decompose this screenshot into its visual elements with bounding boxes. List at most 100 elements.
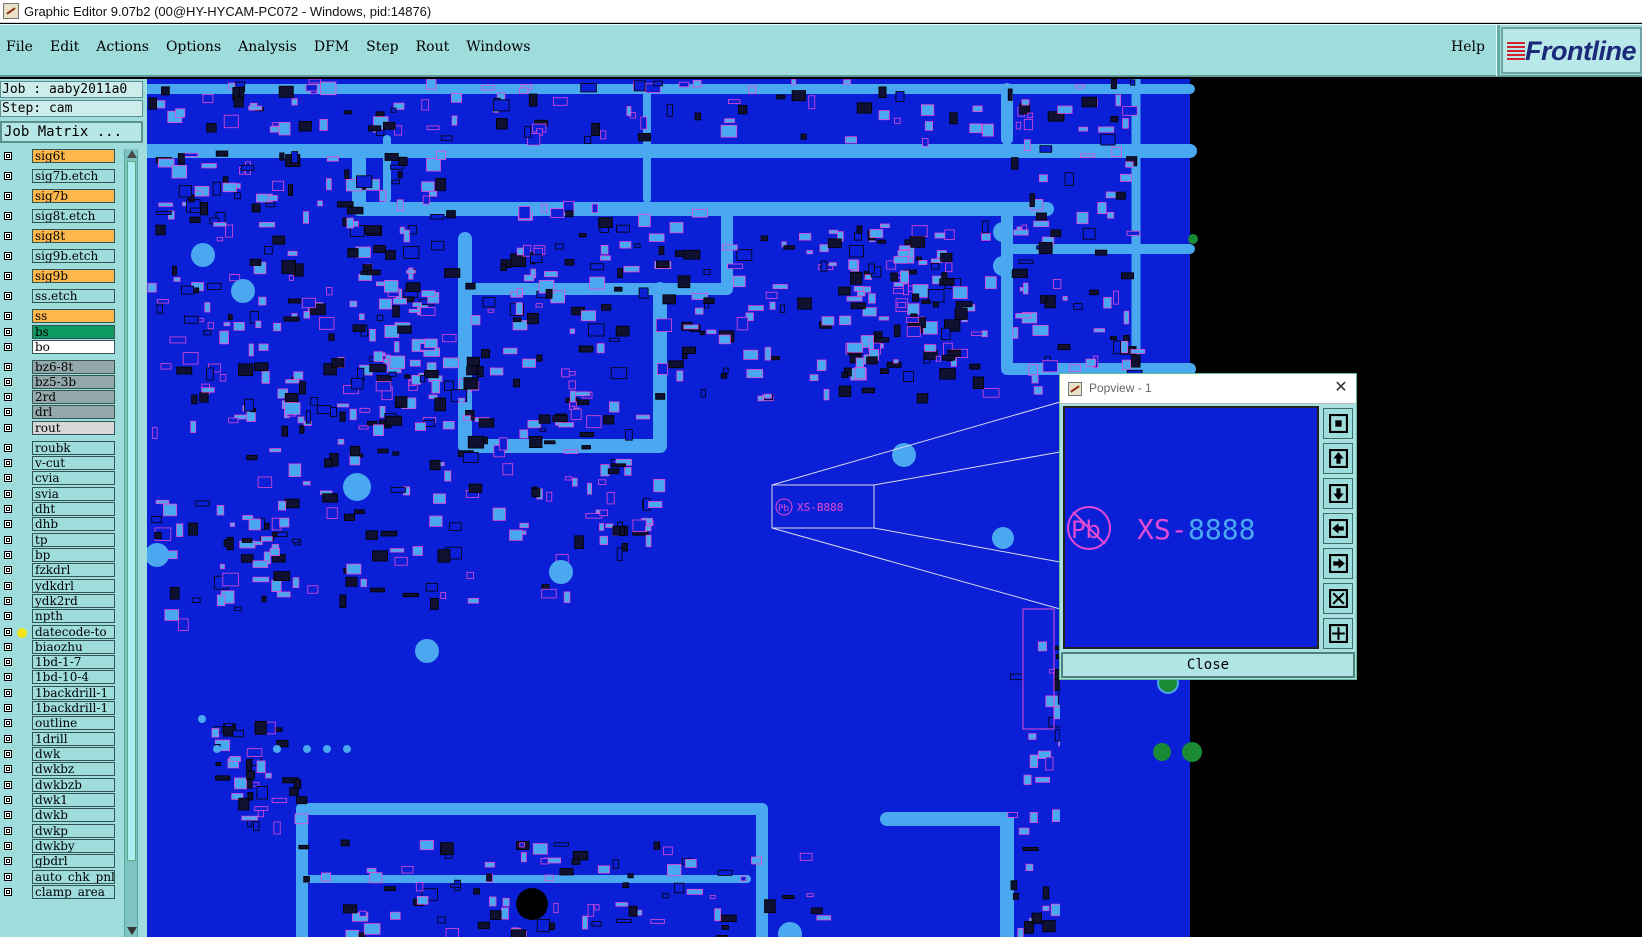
layer-row[interactable]: datecode-to bbox=[0, 625, 120, 640]
layer-row[interactable]: tp bbox=[0, 533, 120, 548]
layer-row[interactable]: 1bd-1-7 bbox=[0, 655, 120, 670]
menu-actions[interactable]: Actions bbox=[96, 39, 149, 55]
layer-name[interactable]: dwkb bbox=[32, 808, 115, 822]
menu-dfm[interactable]: DFM bbox=[314, 39, 349, 55]
menu-edit[interactable]: Edit bbox=[50, 39, 79, 55]
layer-checkbox[interactable] bbox=[4, 628, 12, 636]
layer-name[interactable]: clamp_area bbox=[32, 885, 115, 899]
scroll-down-icon[interactable] bbox=[127, 927, 137, 935]
layer-row[interactable]: npth bbox=[0, 609, 120, 624]
layer-checkbox[interactable] bbox=[4, 312, 12, 320]
layer-row[interactable]: bp bbox=[0, 548, 120, 563]
layer-name[interactable]: dwkbzb bbox=[32, 778, 115, 792]
layer-row[interactable]: cvia bbox=[0, 471, 120, 486]
layer-checkbox[interactable] bbox=[4, 719, 12, 727]
layer-checkbox[interactable] bbox=[4, 888, 12, 896]
layer-name[interactable]: 2rd bbox=[32, 390, 115, 404]
layer-checkbox[interactable] bbox=[4, 328, 12, 336]
layer-name[interactable]: ss.etch bbox=[32, 289, 115, 303]
layer-row[interactable]: dwkby bbox=[0, 839, 120, 854]
layer-row[interactable]: bz6-8t bbox=[0, 360, 120, 375]
menu-help[interactable]: Help bbox=[1451, 39, 1485, 55]
popview-close-button[interactable]: Close bbox=[1061, 652, 1355, 678]
popview-viewport[interactable]: Pb XS- 8888 bbox=[1063, 406, 1319, 649]
layer-name[interactable]: tp bbox=[32, 533, 115, 547]
layer-name[interactable]: bs bbox=[32, 325, 115, 339]
layer-row[interactable]: auto_chk_pnl bbox=[0, 870, 120, 885]
layer-name[interactable]: sig8t.etch bbox=[32, 209, 115, 223]
layer-name[interactable]: bp bbox=[32, 548, 115, 562]
layer-row[interactable]: bo bbox=[0, 340, 120, 355]
layer-checkbox[interactable] bbox=[4, 520, 12, 528]
layer-name[interactable]: bo bbox=[32, 340, 115, 354]
layer-name[interactable]: sig9b bbox=[32, 269, 115, 283]
layer-checkbox[interactable] bbox=[4, 505, 12, 513]
layer-name[interactable]: 1bd-10-4 bbox=[32, 670, 115, 684]
layer-row[interactable]: dwkp bbox=[0, 824, 120, 839]
layer-name[interactable]: sig6t bbox=[32, 149, 115, 163]
layer-row[interactable]: dwk1 bbox=[0, 793, 120, 808]
layer-name[interactable]: ydk2rd bbox=[32, 594, 115, 608]
arrow-down-button[interactable] bbox=[1323, 478, 1353, 509]
layer-row[interactable]: ydk2rd bbox=[0, 594, 120, 609]
layer-name[interactable]: biaozhu bbox=[32, 640, 115, 654]
layer-checkbox[interactable] bbox=[4, 765, 12, 773]
layer-name[interactable]: sig7b.etch bbox=[32, 169, 115, 183]
layer-name[interactable]: 1drill bbox=[32, 732, 115, 746]
popview-close-icon[interactable]: ✕ bbox=[1331, 377, 1351, 397]
layer-row[interactable]: 1backdrill-1 bbox=[0, 701, 120, 716]
layer-row[interactable]: sig6t bbox=[0, 149, 120, 164]
layer-row[interactable]: dwkbz bbox=[0, 762, 120, 777]
layer-row[interactable]: sig7b.etch bbox=[0, 169, 120, 184]
zoom-fit-button[interactable] bbox=[1323, 408, 1353, 439]
menu-file[interactable]: File bbox=[6, 39, 33, 55]
layer-name[interactable]: bz5-3b bbox=[32, 375, 115, 389]
layer-name[interactable]: cvia bbox=[32, 471, 115, 485]
arrow-up-button[interactable] bbox=[1323, 443, 1353, 474]
layer-row[interactable]: ss.etch bbox=[0, 289, 120, 304]
layer-checkbox[interactable] bbox=[4, 597, 12, 605]
layer-checkbox[interactable] bbox=[4, 408, 12, 416]
layer-name[interactable]: auto_chk_pnl bbox=[32, 870, 115, 884]
layer-name[interactable]: sig7b bbox=[32, 189, 115, 203]
layer-checkbox[interactable] bbox=[4, 673, 12, 681]
layer-row[interactable]: 2rd bbox=[0, 390, 120, 405]
layer-checkbox[interactable] bbox=[4, 152, 12, 160]
menu-analysis[interactable]: Analysis bbox=[238, 39, 297, 55]
layer-checkbox[interactable] bbox=[4, 704, 12, 712]
scroll-up-icon[interactable] bbox=[127, 150, 137, 158]
layer-row[interactable]: 1drill bbox=[0, 732, 120, 747]
layer-row[interactable]: bs bbox=[0, 325, 120, 340]
layer-checkbox[interactable] bbox=[4, 781, 12, 789]
layer-row[interactable]: dwkb bbox=[0, 808, 120, 823]
layer-name[interactable]: 1backdrill-1 bbox=[32, 701, 115, 715]
layer-row[interactable]: v-cut bbox=[0, 456, 120, 471]
layer-checkbox[interactable] bbox=[4, 735, 12, 743]
menu-windows[interactable]: Windows bbox=[466, 39, 530, 55]
layer-row[interactable]: bz5-3b bbox=[0, 375, 120, 390]
layer-checkbox[interactable] bbox=[4, 192, 12, 200]
layer-checkbox[interactable] bbox=[4, 658, 12, 666]
layer-checkbox[interactable] bbox=[4, 842, 12, 850]
layer-name[interactable]: 1backdrill-1 bbox=[32, 686, 115, 700]
layer-checkbox[interactable] bbox=[4, 444, 12, 452]
layer-name[interactable]: rout bbox=[32, 421, 115, 435]
layer-row[interactable]: fzkdrl bbox=[0, 563, 120, 578]
menu-step[interactable]: Step bbox=[366, 39, 398, 55]
layer-row[interactable]: sig9b bbox=[0, 269, 120, 284]
layer-name[interactable]: dwkp bbox=[32, 824, 115, 838]
pcb-canvas[interactable]: Pb XS-B888 bbox=[147, 79, 1642, 937]
job-matrix-button[interactable]: Job Matrix ... bbox=[0, 121, 143, 143]
layer-checkbox[interactable] bbox=[4, 459, 12, 467]
layer-name[interactable]: dwk bbox=[32, 747, 115, 761]
layer-row[interactable]: sig8t.etch bbox=[0, 209, 120, 224]
layer-checkbox[interactable] bbox=[4, 474, 12, 482]
layer-name[interactable]: ss bbox=[32, 309, 115, 323]
layer-name[interactable]: dwk1 bbox=[32, 793, 115, 807]
menu-options[interactable]: Options bbox=[166, 39, 221, 55]
layer-row[interactable]: ss bbox=[0, 309, 120, 324]
layer-checkbox[interactable] bbox=[4, 689, 12, 697]
layer-row[interactable]: sig9b.etch bbox=[0, 249, 120, 264]
layer-name[interactable]: dhb bbox=[32, 517, 115, 531]
layer-checkbox[interactable] bbox=[4, 252, 12, 260]
